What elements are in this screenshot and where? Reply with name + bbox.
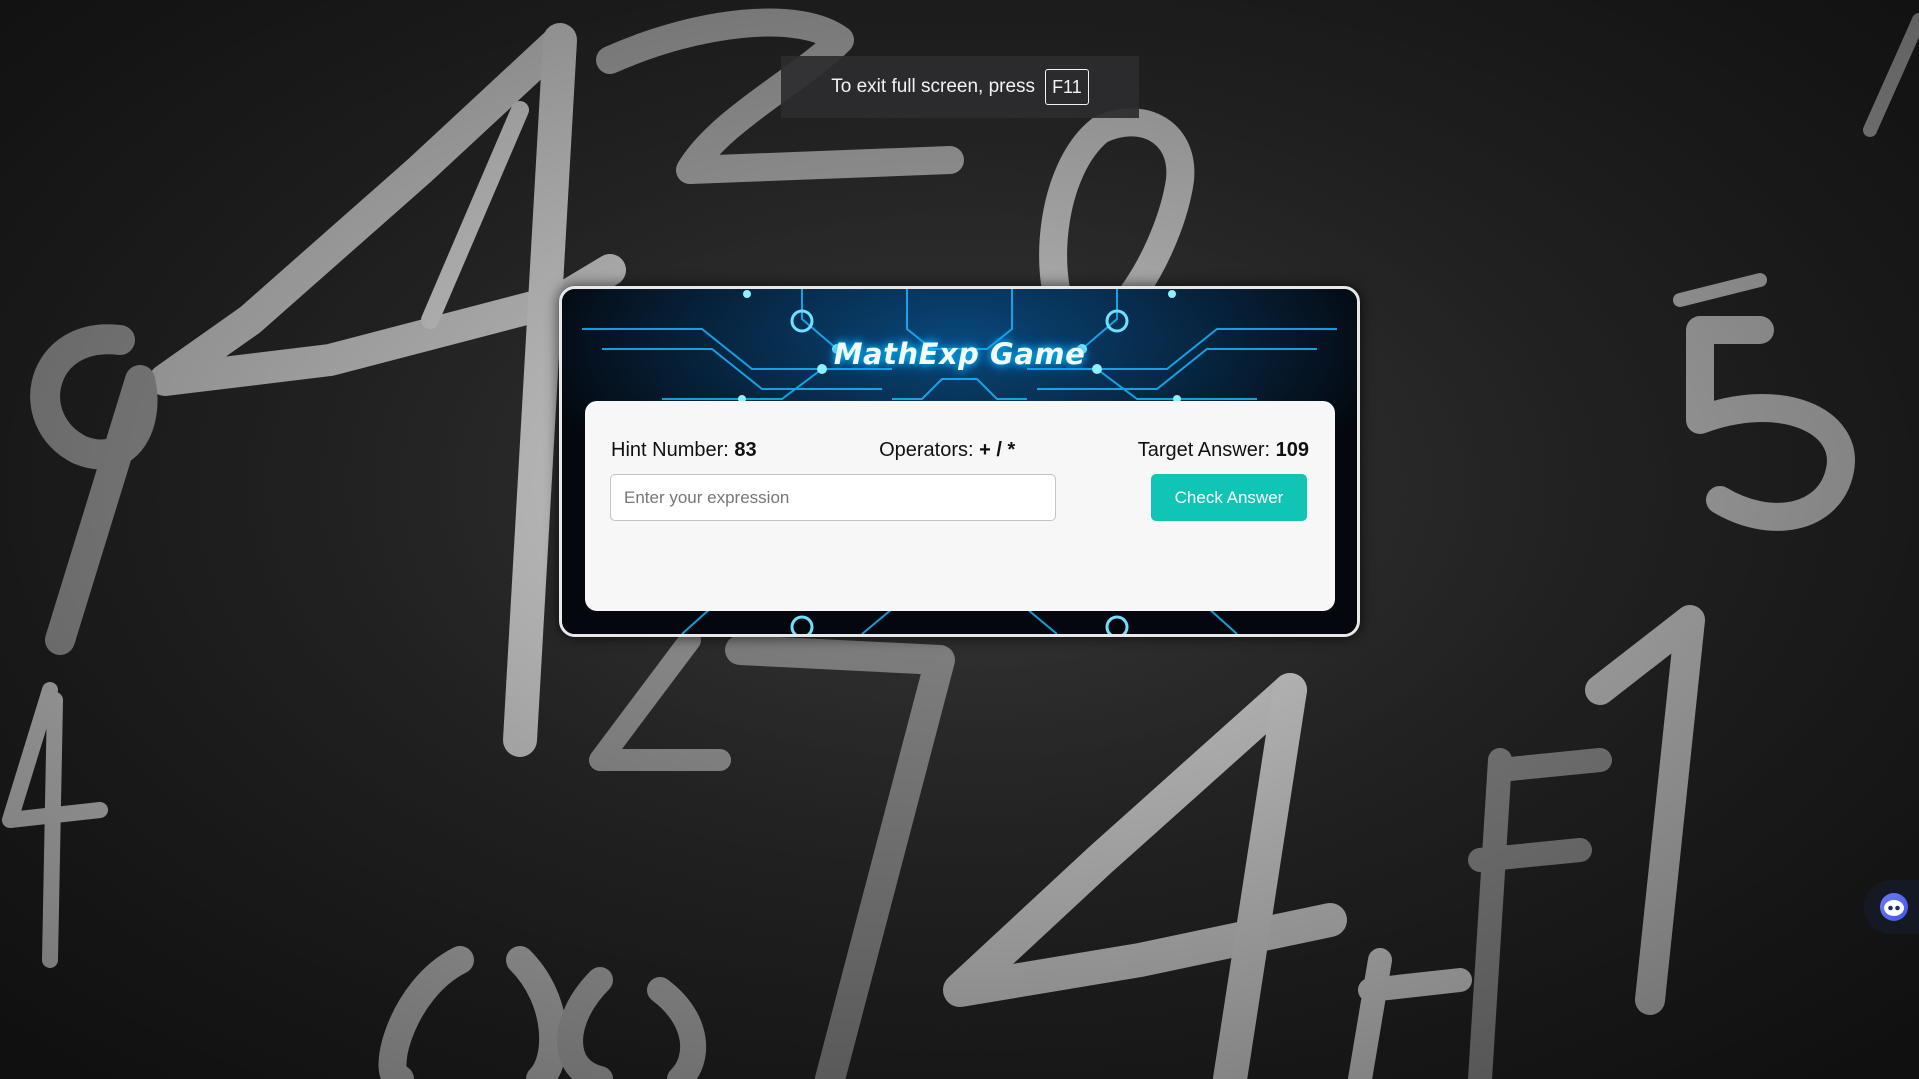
assistant-face-icon: [1880, 893, 1908, 921]
game-panel: Hint Number: 83 Operators: + / * Target …: [585, 401, 1335, 611]
game-info-row: Hint Number: 83 Operators: + / * Target …: [611, 439, 1309, 462]
operators-value: + / *: [979, 439, 1016, 461]
expression-input[interactable]: [610, 474, 1056, 521]
game-card: MathExp Game Hint Number: 83 Operators: …: [559, 286, 1360, 637]
fullscreen-notice-text: To exit full screen, press: [831, 76, 1036, 97]
operators-label: Operators:: [879, 439, 974, 461]
fullscreen-exit-notice: To exit full screen, press F11: [781, 56, 1139, 118]
assistant-floating-tab[interactable]: [1864, 880, 1919, 934]
f11-key-badge: F11: [1045, 69, 1089, 105]
hint-number-value: 83: [734, 439, 757, 461]
check-answer-button[interactable]: Check Answer: [1151, 474, 1307, 521]
target-answer: Target Answer: 109: [1138, 439, 1309, 462]
target-answer-value: 109: [1275, 439, 1309, 461]
game-title: MathExp Game: [833, 337, 1086, 371]
operators: Operators: + / *: [879, 439, 1015, 462]
hint-number-label: Hint Number:: [611, 439, 729, 461]
target-answer-label: Target Answer:: [1137, 439, 1271, 461]
hint-number: Hint Number: 83: [611, 439, 757, 462]
